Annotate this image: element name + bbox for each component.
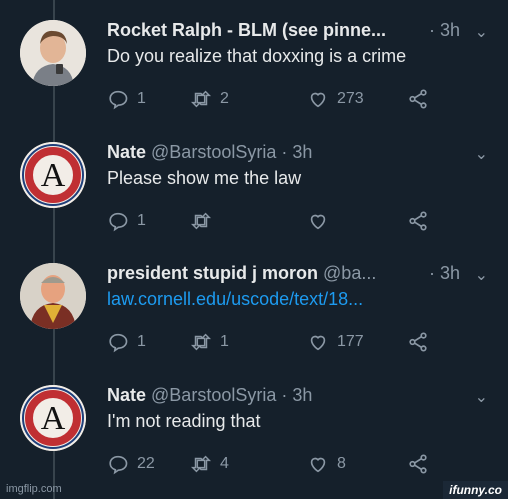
like-icon	[310, 92, 326, 108]
reply-count: 1	[137, 212, 146, 229]
tweet-header: Nate @BarstoolSyria · 3h ⌄	[107, 385, 488, 411]
timestamp[interactable]: · 3h	[281, 385, 312, 405]
retweet-icon	[190, 455, 212, 473]
timestamp[interactable]: · 3h	[429, 263, 460, 284]
share-button[interactable]	[407, 210, 429, 232]
chevron-down-icon[interactable]: ⌄	[475, 387, 488, 407]
reply-count: 1	[137, 90, 146, 107]
tweet-header: Nate @BarstoolSyria · 3h ⌄	[107, 142, 488, 168]
display-name[interactable]: Nate	[107, 142, 146, 162]
chevron-down-icon[interactable]: ⌄	[475, 144, 488, 164]
share-icon	[409, 454, 427, 474]
tweet-text: Do you realize that doxxing is a crime	[107, 46, 407, 66]
like-count: 177	[337, 333, 364, 350]
username[interactable]: @BarstoolSyria	[151, 385, 276, 405]
chevron-down-icon[interactable]: ⌄	[475, 22, 488, 42]
display-name[interactable]: president stupid j moron	[107, 263, 318, 283]
retweet-count: 2	[220, 90, 229, 107]
tweet-text: Please show me the law	[107, 168, 302, 188]
avatar[interactable]	[20, 20, 86, 86]
share-button[interactable]	[407, 331, 429, 353]
tweet-actions: 1	[107, 210, 437, 234]
retweet-icon	[190, 333, 212, 351]
reply-icon	[109, 455, 128, 475]
display-name[interactable]: Nate	[107, 385, 146, 405]
like-button[interactable]: 8	[307, 453, 346, 475]
ifunny-watermark: ifunny.co	[443, 481, 508, 499]
retweet-icon	[190, 212, 212, 230]
avatar[interactable]: A	[20, 142, 86, 208]
share-icon	[409, 211, 427, 231]
svg-text:A: A	[41, 157, 66, 194]
reply-icon	[109, 333, 128, 353]
share-icon	[409, 89, 427, 109]
reply-count: 22	[137, 455, 155, 472]
like-icon	[310, 214, 326, 230]
like-button[interactable]	[307, 210, 337, 232]
tweet-actions: 1 1 177	[107, 331, 437, 355]
timestamp[interactable]: · 3h	[281, 142, 312, 162]
retweet-count: 4	[220, 455, 229, 472]
avatar[interactable]: A	[20, 385, 86, 451]
like-button[interactable]: 177	[307, 331, 364, 353]
chevron-down-icon[interactable]: ⌄	[475, 265, 488, 285]
tweet-link[interactable]: law.cornell.edu/uscode/text/18...	[107, 289, 363, 310]
share-icon	[409, 332, 427, 352]
like-icon	[310, 457, 326, 473]
tweet-actions: 22 4 8	[107, 453, 437, 477]
reply-count: 1	[137, 333, 146, 350]
retweet-button[interactable]: 4	[190, 453, 229, 475]
display-name[interactable]: Rocket Ralph - BLM (see pinne...	[107, 20, 386, 40]
retweet-count: 1	[220, 333, 229, 350]
tweet-actions: 1 2 273	[107, 88, 437, 112]
avatar[interactable]	[20, 263, 86, 329]
username[interactable]: @BarstoolSyria	[151, 142, 276, 162]
tweet-header: president stupid j moron @ba... · 3h ⌄	[107, 263, 488, 289]
retweet-button[interactable]: 1	[190, 331, 229, 353]
svg-text:A: A	[41, 400, 66, 437]
reply-icon	[109, 212, 128, 232]
retweet-button[interactable]	[190, 210, 220, 232]
share-button[interactable]	[407, 453, 429, 475]
reply-button[interactable]: 1	[107, 210, 146, 232]
timestamp[interactable]: · 3h	[429, 20, 460, 41]
reply-button[interactable]: 1	[107, 331, 146, 353]
like-button[interactable]: 273	[307, 88, 364, 110]
reply-button[interactable]: 1	[107, 88, 146, 110]
like-count: 273	[337, 90, 364, 107]
retweet-icon	[190, 90, 212, 108]
username[interactable]: @ba...	[323, 263, 376, 283]
reply-button[interactable]: 22	[107, 453, 155, 475]
tweet-header: Rocket Ralph - BLM (see pinne... · 3h ⌄	[107, 20, 488, 46]
like-count: 8	[337, 455, 346, 472]
imgflip-watermark: imgflip.com	[6, 483, 62, 495]
share-button[interactable]	[407, 88, 429, 110]
like-icon	[310, 335, 326, 351]
tweet-text: I'm not reading that	[107, 411, 261, 431]
retweet-button[interactable]: 2	[190, 88, 229, 110]
reply-icon	[109, 90, 128, 110]
